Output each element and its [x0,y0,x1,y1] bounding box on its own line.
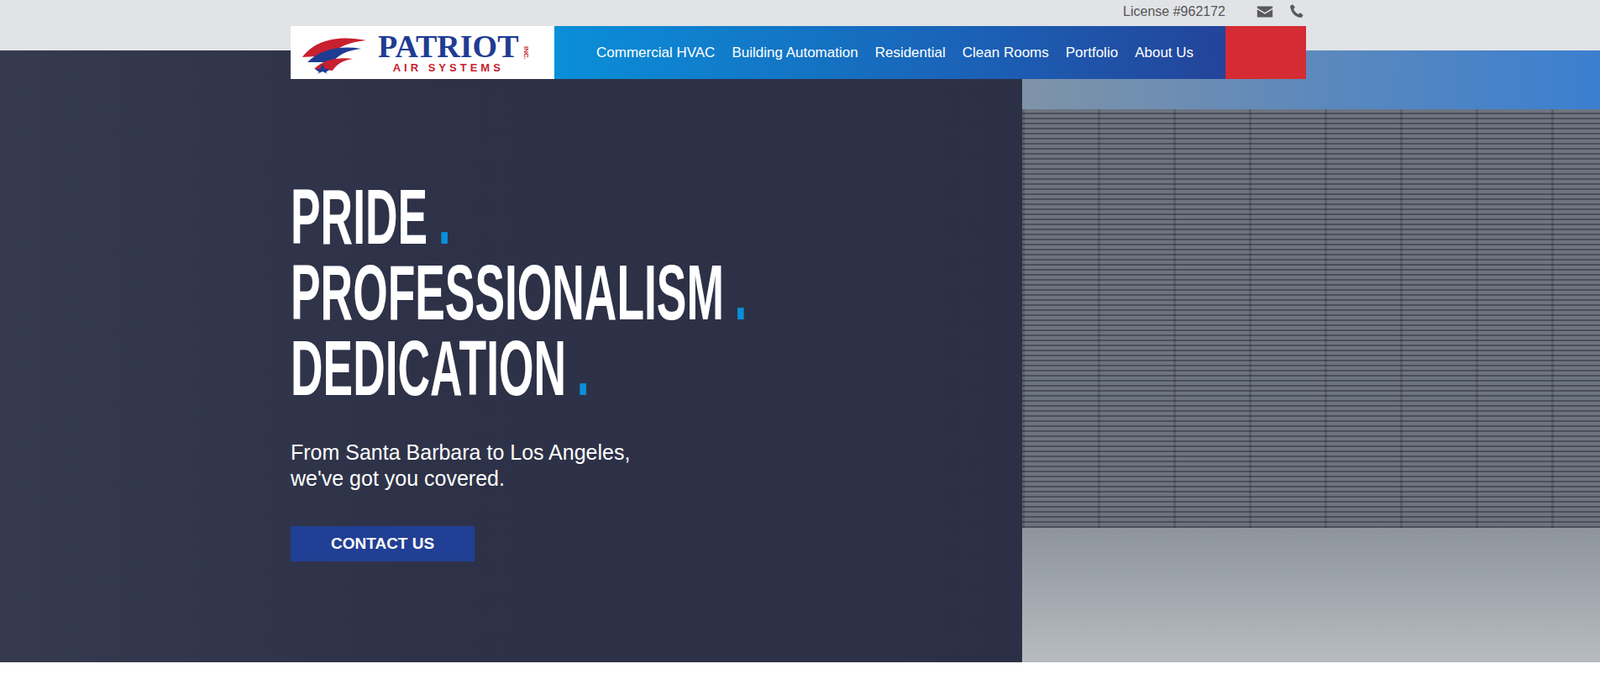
nav-item[interactable]: Clean Rooms [962,44,1050,62]
site-header: PATRIOTAIR SYSTEMSINC. Commercial HVAC Bui… [290,26,1307,79]
hero-subtitle: From Santa Barbara to Los Angeles,we've … [290,439,1023,492]
page: License #962172 PRIDE.PROFESSIONALISM.DED… [0,0,1600,690]
headline: PRIDE.PROFESSIONALISM.DEDICATION. [290,178,1023,406]
hero-panel: PRIDE.PROFESSIONALISM.DEDICATION. From Sa… [0,50,1023,662]
headline-line: DEDICATION. [290,330,715,406]
headline-line: PRIDE. [290,178,715,255]
header-accent [1225,26,1307,79]
nav-item[interactable]: Commercial HVAC [596,44,715,62]
headline-line: PROFESSIONALISM. [290,254,715,331]
hero: PRIDE.PROFESSIONALISM.DEDICATION. From Sa… [0,50,1600,662]
nav-item[interactable]: About Us [1134,44,1194,62]
contact-button[interactable]: CONTACT US [290,525,475,562]
nav-item[interactable]: Residential [875,44,946,62]
eagle-icon [299,31,375,74]
license-number: License #962172 [1122,4,1226,20]
page-bottom [0,661,1600,690]
mail-icon[interactable] [1255,2,1275,21]
logo[interactable]: PATRIOTAIR SYSTEMSINC. [290,26,555,79]
phone-icon[interactable] [1287,2,1307,21]
nav-item[interactable]: Building Automation [731,44,858,62]
hero-photo [1022,50,1600,662]
main-nav: Commercial HVAC Building Automation Reside… [554,26,1226,79]
nav-item[interactable]: Portfolio [1065,44,1118,62]
